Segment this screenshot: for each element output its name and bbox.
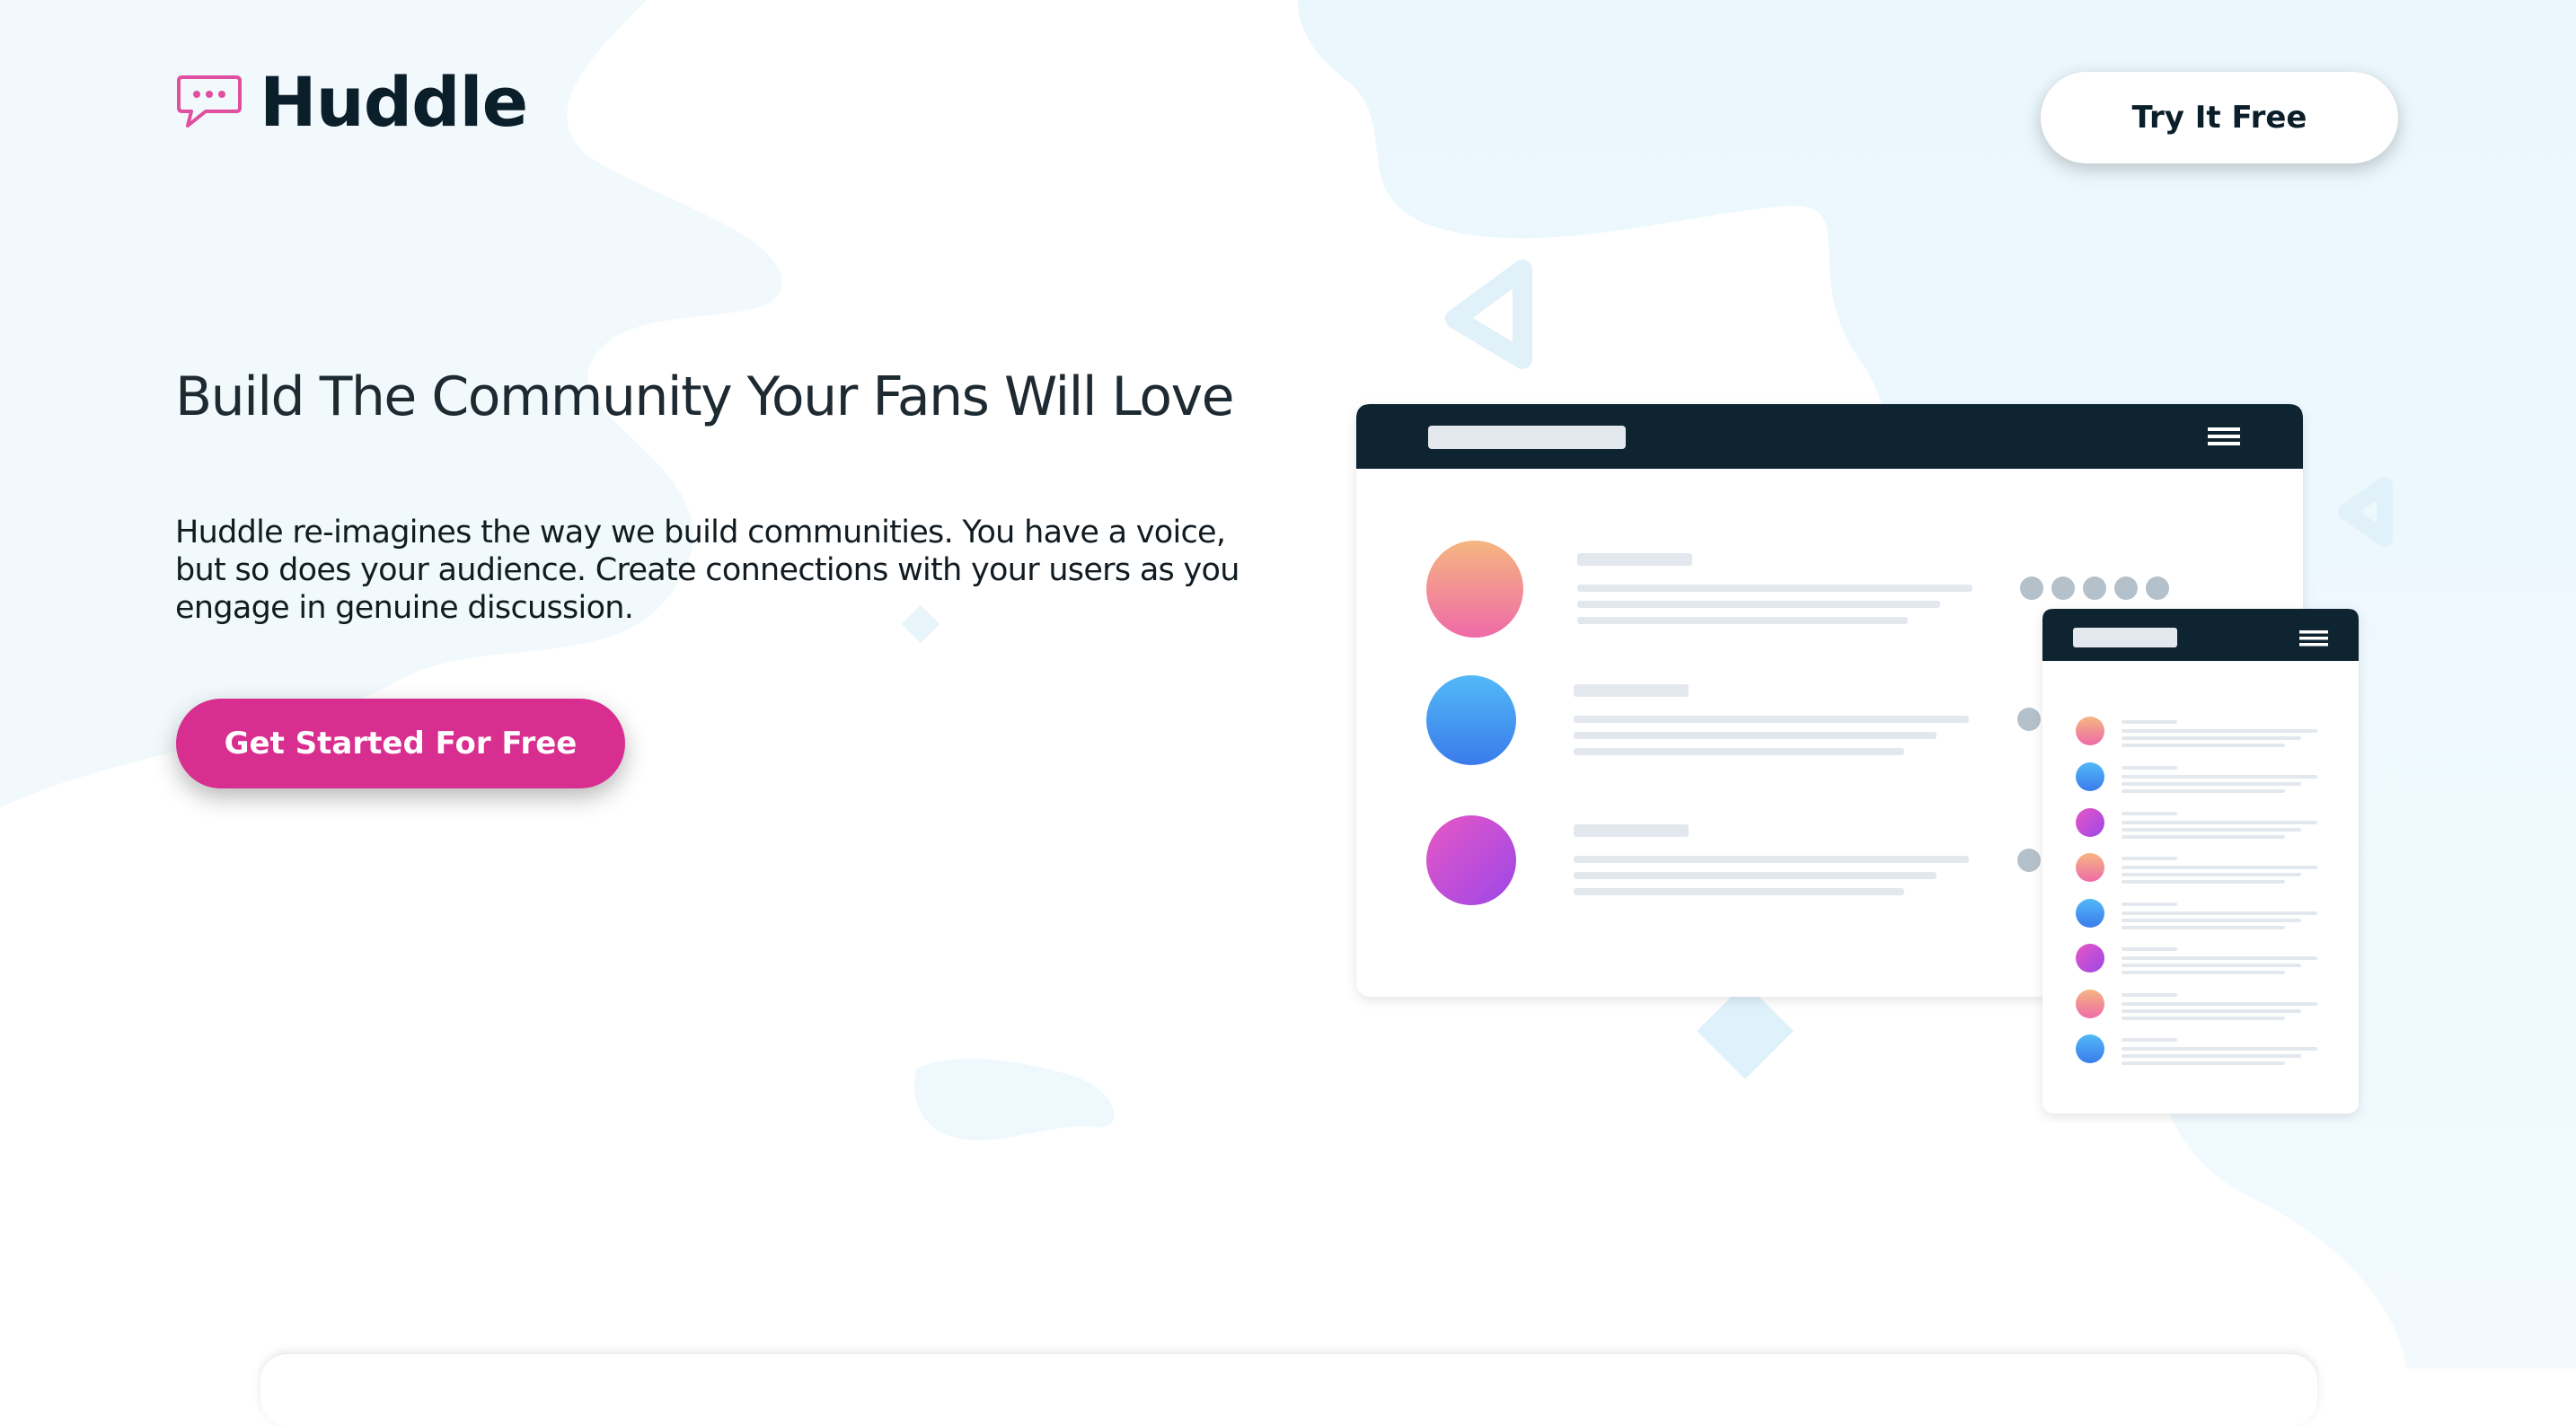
hero-title: Build The Community Your Fans Will Love bbox=[175, 365, 1235, 428]
desktop-avatar-3 bbox=[1426, 815, 1516, 905]
background-blob-small bbox=[914, 1059, 1115, 1140]
next-section-card bbox=[260, 1354, 2317, 1426]
hero-description: Huddle re-imagines the way we build comm… bbox=[175, 515, 1239, 626]
desktop-avatar-2 bbox=[1426, 675, 1516, 765]
mobile-menu-icon bbox=[2299, 630, 2328, 647]
mobile-mockup-window bbox=[2042, 609, 2359, 1114]
logo-text: Huddle bbox=[260, 62, 528, 142]
hero-illustration bbox=[1356, 404, 2359, 1114]
logo[interactable]: Huddle bbox=[175, 62, 528, 142]
chat-bubble-icon bbox=[177, 75, 242, 128]
get-started-button[interactable]: Get Started For Free bbox=[176, 699, 625, 788]
desktop-avatar-1 bbox=[1426, 541, 1523, 638]
triangle-outline-large bbox=[1445, 260, 1532, 369]
desktop-title-bar-placeholder bbox=[1428, 426, 1626, 449]
desktop-menu-icon bbox=[2208, 427, 2240, 445]
mobile-title-bar-placeholder bbox=[2073, 628, 2177, 647]
try-it-free-button[interactable]: Try It Free bbox=[2041, 72, 2398, 163]
